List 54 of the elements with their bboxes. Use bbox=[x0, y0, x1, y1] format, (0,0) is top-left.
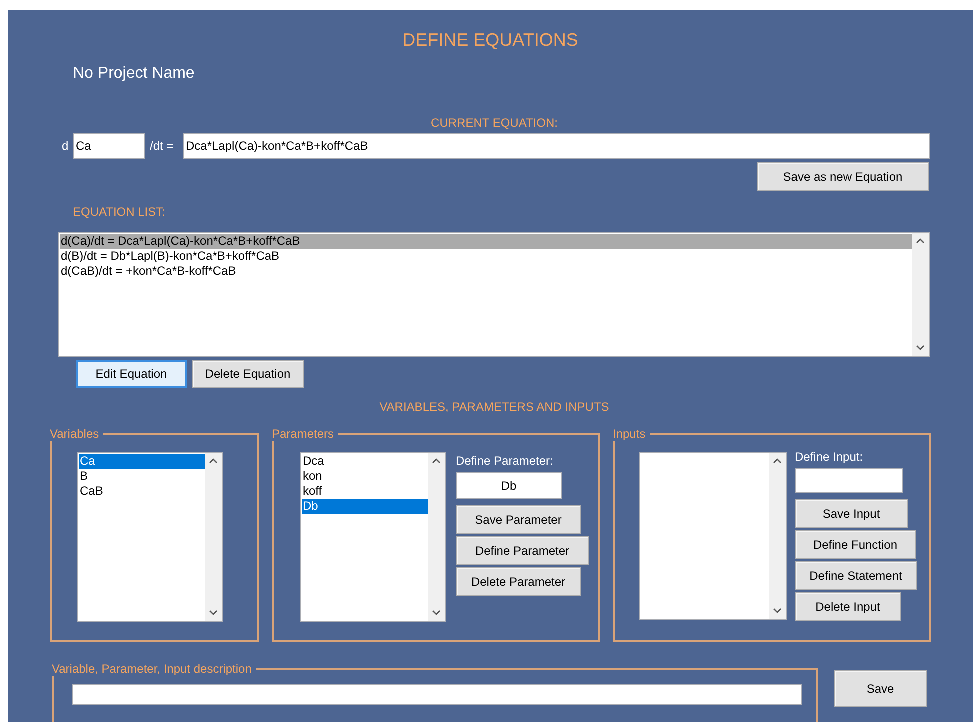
description-field[interactable] bbox=[72, 684, 802, 704]
chevron-up-icon[interactable] bbox=[432, 458, 441, 464]
scrollbar[interactable] bbox=[428, 453, 445, 621]
list-item[interactable]: B bbox=[79, 469, 205, 484]
chevron-down-icon[interactable] bbox=[209, 610, 218, 616]
button[interactable]: Save Input bbox=[795, 499, 908, 528]
list-item[interactable]: Db bbox=[302, 499, 428, 514]
button[interactable]: Delete Parameter bbox=[456, 567, 581, 596]
equation-field[interactable]: Dca*Lapl(Ca)-kon*Ca*B+koff*CaB bbox=[183, 133, 930, 159]
list-item[interactable]: Dca bbox=[302, 454, 428, 469]
chevron-up-icon[interactable] bbox=[773, 458, 782, 464]
project-name: No Project Name bbox=[73, 65, 195, 82]
scrollbar[interactable] bbox=[205, 453, 222, 621]
list-box[interactable]: d(Ca)/dt = Dca*Lapl(Ca)-kon*Ca*B+koff*CaB d(B)/dt = Db*Lapl(B)-kon*Ca*B+koff*CaB d(CaB)/dt = +kon*Ca*B-koff*CaB bbox=[58, 232, 930, 357]
list-item[interactable]: d(B)/dt = Db*Lapl(B)-kon*Ca*B+koff*CaB bbox=[60, 249, 912, 264]
button[interactable]: Delete Input bbox=[795, 592, 901, 621]
chevron-down-icon[interactable] bbox=[432, 610, 441, 616]
list-item[interactable]: koff bbox=[302, 484, 428, 499]
scrollbar[interactable] bbox=[769, 453, 786, 619]
list-box[interactable]: Ca B CaB bbox=[77, 452, 223, 622]
group-label: Parameters bbox=[272, 427, 336, 441]
button[interactable]: Define Function bbox=[795, 530, 916, 559]
button[interactable]: Define Parameter bbox=[456, 536, 589, 565]
list-item[interactable]: CaB bbox=[79, 484, 205, 499]
scrollbar[interactable] bbox=[912, 233, 929, 356]
button[interactable]: Delete Equation bbox=[192, 360, 304, 388]
list-item[interactable]: Ca bbox=[79, 454, 205, 469]
chevron-down-icon[interactable] bbox=[916, 345, 925, 351]
group-label: Variables bbox=[50, 427, 100, 441]
chevron-up-icon[interactable] bbox=[209, 458, 218, 464]
parameter-field[interactable]: Db bbox=[456, 472, 562, 499]
group-label: Variable, Parameter, Input description bbox=[52, 662, 253, 676]
variable-field[interactable]: Ca bbox=[73, 133, 145, 159]
chevron-down-icon[interactable] bbox=[773, 608, 782, 614]
derivative-suffix: /dt = bbox=[150, 138, 175, 155]
dialog-title: DEFINE EQUATIONS bbox=[402, 30, 578, 50]
chevron-up-icon[interactable] bbox=[916, 238, 925, 244]
button[interactable]: Save bbox=[834, 670, 927, 707]
list-item[interactable]: kon bbox=[302, 469, 428, 484]
list-item[interactable]: d(Ca)/dt = Dca*Lapl(Ca)-kon*Ca*B+koff*CaB bbox=[60, 234, 912, 249]
list-box[interactable]: Dca kon koff Db bbox=[300, 452, 446, 622]
section-label: EQUATION LIST: bbox=[73, 205, 166, 219]
button[interactable]: Define Statement bbox=[795, 561, 917, 590]
input-field[interactable] bbox=[795, 468, 903, 493]
section-label: VARIABLES, PARAMETERS AND INPUTS bbox=[380, 400, 610, 414]
field-label: Define Parameter: bbox=[456, 454, 554, 468]
section-label: CURRENT EQUATION: bbox=[431, 116, 558, 130]
button[interactable]: Save Parameter bbox=[456, 505, 581, 534]
button[interactable]: Edit Equation bbox=[76, 360, 187, 388]
field-label: Define Input: bbox=[795, 450, 864, 464]
list-item[interactable]: d(CaB)/dt = +kon*Ca*B-koff*CaB bbox=[60, 264, 912, 279]
button[interactable]: Save as new Equation bbox=[757, 162, 929, 191]
group-label: Inputs bbox=[613, 427, 647, 441]
derivative-prefix: d bbox=[62, 138, 70, 155]
